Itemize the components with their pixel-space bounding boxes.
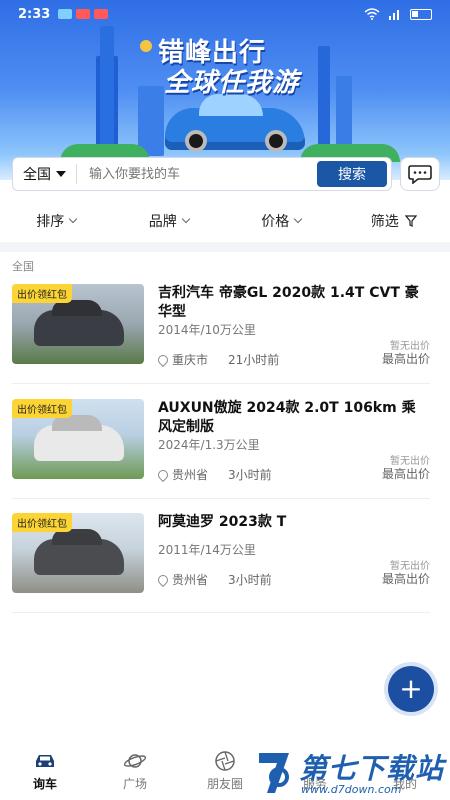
wheel-decoration-2	[265, 130, 287, 152]
status-time: 2:33	[18, 6, 51, 22]
wheel-decoration	[185, 130, 207, 152]
listing-meta: 2011年/14万公里	[158, 543, 256, 557]
filter-bar: 排序 品牌 价格 筛选	[0, 200, 450, 242]
search-box: 全国 搜索	[12, 157, 392, 191]
listing-location: 重庆市 21小时前	[155, 351, 280, 368]
funnel-icon	[404, 215, 417, 227]
car-listing-1[interactable]: 出价领红包 吉利汽车 帝豪GL 2020款 1.4T CVT 豪华型 2014年…	[12, 284, 430, 384]
listing-time: 21小时前	[228, 353, 280, 367]
listing-time: 3小时前	[228, 468, 272, 482]
message-button[interactable]	[400, 157, 440, 191]
location-pin-icon	[155, 572, 171, 587]
nav-label: 广场	[122, 776, 147, 791]
filter-price-label: 价格	[261, 214, 290, 230]
watermark-url: www.d7down.com	[301, 783, 402, 796]
region-selector[interactable]: 全国	[23, 164, 77, 184]
planet-icon	[123, 751, 147, 771]
listing-title: 吉利汽车 帝豪GL 2020款 1.4T CVT 豪华型	[158, 285, 419, 320]
listing-meta: 2014年/10万公里	[158, 323, 256, 337]
chevron-down-icon	[69, 214, 78, 224]
watermark-logo-icon	[259, 753, 289, 793]
car-thumbnail: 出价领红包	[12, 399, 144, 479]
car-image	[34, 539, 124, 575]
filter-price[interactable]: 价格	[225, 211, 338, 231]
car-listing-2[interactable]: 出价领红包 AUXUN傲旋 2024款 2.0T 106km 乘风定制版 202…	[12, 399, 430, 499]
filter-brand-label: 品牌	[148, 214, 177, 230]
listing-location-text: 贵州省	[172, 468, 209, 482]
wifi-icon	[364, 8, 380, 20]
aperture-icon	[213, 750, 237, 771]
nav-item-square[interactable]: 广场	[90, 742, 180, 800]
status-bar: 2:33	[0, 0, 450, 28]
banner-line-1: 错峰出行	[158, 38, 267, 68]
listing-title: AUXUN傲旋 2024款 2.0T 106km 乘风定制版	[158, 400, 416, 435]
coin-decoration	[140, 40, 152, 52]
nav-label: 询车	[32, 776, 57, 791]
caret-down-icon	[56, 171, 66, 177]
filter-sort-label: 排序	[36, 214, 65, 230]
car-image	[34, 310, 124, 346]
filter-sort[interactable]: 排序	[0, 211, 113, 231]
nav-item-inquiry[interactable]: 询车	[0, 742, 90, 800]
chevron-down-icon	[181, 214, 190, 224]
car-icon	[33, 751, 57, 771]
add-button[interactable]: +	[388, 666, 434, 712]
status-right	[364, 8, 432, 20]
banner-line-2: 全球任我游	[164, 68, 300, 98]
listing-location-text: 贵州省	[172, 573, 209, 587]
listing-meta: 2024年/1.3万公里	[158, 438, 260, 452]
price-label: 最高出价	[381, 572, 430, 586]
car-image	[34, 425, 124, 461]
car-listing-3[interactable]: 出价领红包 阿莫迪罗 2023款 T 2011年/14万公里 贵州省 3小时前 …	[12, 513, 430, 613]
bid-reward-tag: 出价领红包	[12, 399, 72, 418]
app-notification-icon-2	[76, 9, 91, 19]
filter-brand[interactable]: 品牌	[113, 211, 226, 231]
bid-reward-tag: 出价领红包	[12, 513, 72, 532]
listing-location: 贵州省 3小时前	[155, 571, 272, 588]
car-thumbnail: 出价领红包	[12, 284, 144, 364]
filter-screen[interactable]: 筛选	[338, 211, 450, 231]
watermark-name: 第七下载站	[299, 752, 445, 785]
list-region-label: 全国	[12, 260, 34, 273]
banner-slogan: 错峰出行 全球任我游	[158, 38, 299, 98]
chevron-down-icon	[294, 214, 303, 224]
listing-time: 3小时前	[228, 573, 272, 587]
search-row: 全国 搜索	[12, 157, 440, 191]
tower-spire-decoration	[100, 26, 114, 156]
battery-icon	[410, 8, 432, 20]
site-watermark: 第七下载站 www.d7down.com	[255, 745, 450, 800]
price-label: 最高出价	[381, 352, 430, 366]
listing-location: 贵州省 3小时前	[155, 466, 272, 483]
listing-location-text: 重庆市	[172, 353, 209, 367]
chat-bubble-icon	[408, 165, 432, 184]
car-thumbnail: 出价领红包	[12, 513, 144, 593]
section-divider	[0, 242, 450, 252]
location-pin-icon	[155, 352, 171, 367]
bid-reward-tag: 出价领红包	[12, 284, 72, 303]
search-button[interactable]: 搜索	[317, 161, 387, 187]
search-input[interactable]	[77, 166, 317, 182]
price-label: 最高出价	[381, 467, 430, 481]
notification-icons	[58, 9, 109, 19]
filter-screen-label: 筛选	[370, 214, 399, 230]
app-notification-icon	[58, 9, 73, 19]
listing-title: 阿莫迪罗 2023款 T	[158, 514, 287, 530]
location-pin-icon	[155, 467, 171, 482]
region-selector-label: 全国	[23, 167, 51, 183]
signal-icon	[389, 10, 399, 20]
skyscraper-decoration	[318, 46, 330, 156]
app-notification-icon-3	[94, 9, 109, 19]
nav-label: 朋友圈	[206, 776, 243, 791]
